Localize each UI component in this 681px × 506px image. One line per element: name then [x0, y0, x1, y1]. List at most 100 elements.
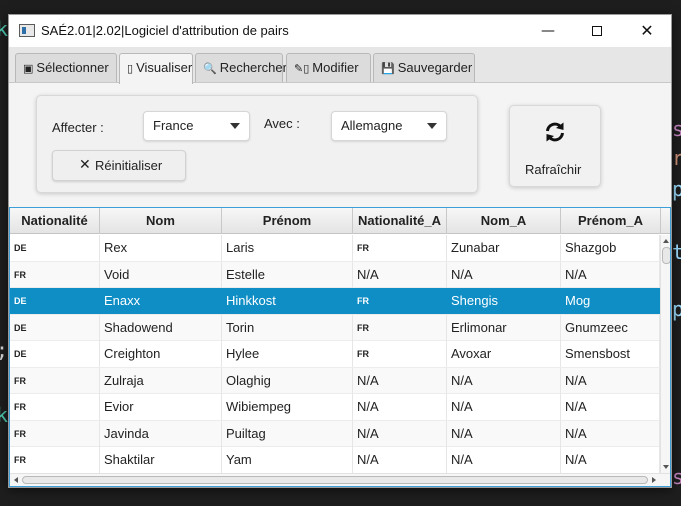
country-b-value: Allemagne — [341, 118, 403, 133]
window-title: SAÉ2.01|2.02|Logiciel d'attribution de p… — [41, 23, 289, 38]
table-row[interactable]: FR Shaktilar Yam N/A N/A N/A — [10, 447, 660, 474]
scrollbar-thumb[interactable] — [662, 247, 670, 264]
table-row[interactable]: FR Evior Wibiempeg N/A N/A N/A — [10, 394, 660, 421]
table-cell: Smensbost — [561, 341, 660, 367]
avec-label: Avec : — [264, 116, 300, 131]
tab-visualiser[interactable]: ▯ Visualiser — [119, 53, 193, 84]
tab-label: Sélectionner — [36, 60, 109, 75]
app-icon — [19, 24, 35, 37]
table-cell: N/A — [353, 261, 447, 288]
tab-sauvegarder[interactable]: 💾 Sauvegarder — [373, 53, 475, 82]
maximize-button[interactable] — [574, 15, 620, 47]
scroll-down-icon[interactable] — [663, 465, 669, 469]
table-cell: DE — [10, 341, 100, 367]
table-cell: N/A — [353, 447, 447, 473]
table-cell: FR — [10, 261, 100, 288]
country-b-select[interactable]: Allemagne — [331, 111, 447, 141]
title-bar[interactable]: SAÉ2.01|2.02|Logiciel d'attribution de p… — [9, 15, 671, 47]
table-header: Nationalité Nom Prénom Nationalité_A Nom… — [10, 208, 670, 234]
missing-glyph-icon: ▯ — [127, 62, 134, 75]
table-row[interactable]: FR Void Estelle N/A N/A N/A — [10, 261, 660, 288]
pairs-table: Nationalité Nom Prénom Nationalité_A Nom… — [9, 207, 671, 487]
code-fragment: r — [672, 146, 681, 170]
table-row[interactable]: DE Shadowend Torin FR Erlimonar Gnumzeec — [10, 314, 660, 341]
scroll-up-icon[interactable] — [663, 239, 669, 243]
scroll-left-icon[interactable] — [14, 477, 18, 483]
scroll-right-icon[interactable] — [652, 477, 656, 483]
table-cell: Olaghig — [222, 367, 353, 394]
column-header[interactable]: Nom — [100, 208, 222, 234]
code-fragment: s — [672, 465, 681, 489]
visualiser-panel: Affecter : France Avec : Allemagne ✕ Réin… — [9, 83, 671, 487]
table-cell: Creighton — [100, 341, 222, 367]
reset-button[interactable]: ✕ Réinitialiser — [52, 150, 186, 181]
tab-rechercher[interactable]: 🔍 Rechercher — [195, 53, 287, 82]
tab-bar: ▣ Sélectionner ▯ Visualiser 🔍 Rechercher ✎▯… — [9, 47, 671, 84]
table-cell: FR — [10, 394, 100, 420]
table-row[interactable]: FR Zulraja Olaghig N/A N/A N/A — [10, 367, 660, 394]
vertical-scrollbar[interactable] — [660, 235, 670, 473]
table-cell: N/A — [447, 420, 561, 447]
table-cell: N/A — [561, 447, 660, 473]
column-header[interactable]: Nationalité — [10, 208, 100, 234]
close-icon: ✕ — [79, 157, 91, 173]
table-cell: Puiltag — [222, 420, 353, 447]
table-cell: DE — [10, 288, 100, 314]
tab-label: Rechercher — [219, 60, 287, 75]
table-cell: N/A — [447, 261, 561, 288]
table-cell: FR — [10, 367, 100, 394]
table-cell: Shengis — [447, 288, 561, 314]
code-fragment: t — [672, 240, 681, 264]
table-cell: N/A — [353, 367, 447, 394]
tab-modifier[interactable]: ✎▯ Modifier — [286, 53, 371, 82]
save-icon: 💾 — [381, 62, 395, 75]
minimize-button[interactable]: — — [525, 15, 571, 47]
table-cell: Gnumzeec — [561, 314, 660, 341]
table-cell: Rex — [100, 235, 222, 261]
country-a-select[interactable]: France — [143, 111, 250, 141]
table-cell: DE — [10, 235, 100, 261]
horizontal-scrollbar[interactable] — [10, 473, 670, 486]
table-cell: Shazgob — [561, 235, 660, 261]
table-cell: N/A — [561, 420, 660, 447]
scrollbar-thumb[interactable] — [22, 476, 648, 484]
code-fragment: _ — [18, 490, 31, 506]
code-fragment: k — [0, 403, 9, 427]
chevron-down-icon — [230, 123, 240, 129]
column-header[interactable]: Nom_A — [447, 208, 561, 234]
table-row[interactable]: DE Creighton Hylee FR Avoxar Smensbost — [10, 341, 660, 368]
table-row[interactable]: FR Javinda Puiltag N/A N/A N/A — [10, 420, 660, 447]
table-cell: Zulraja — [100, 367, 222, 394]
table-cell: Hinkkost — [222, 288, 353, 314]
affecter-label: Affecter : — [52, 120, 104, 135]
table-cell: Enaxx — [100, 288, 222, 314]
grid-icon: ▣ — [23, 62, 34, 75]
column-header[interactable]: Prénom — [222, 208, 353, 234]
table-cell: N/A — [353, 394, 447, 420]
column-header[interactable]: Nationalité_A — [353, 208, 447, 234]
table-cell: N/A — [561, 394, 660, 420]
country-a-value: France — [153, 118, 194, 133]
tab-selectionner[interactable]: ▣ Sélectionner — [15, 53, 117, 82]
tab-label: Sauvegarder — [397, 60, 473, 75]
table-cell: N/A — [561, 367, 660, 394]
table-row[interactable]: DE Enaxx Hinkkost FR Shengis Mog — [10, 288, 660, 315]
table-cell: FR — [353, 341, 447, 367]
table-cell: Erlimonar — [447, 314, 561, 341]
table-cell: Wibiempeg — [222, 394, 353, 420]
table-cell: Hylee — [222, 341, 353, 367]
close-button[interactable]: ✕ — [624, 15, 670, 47]
table-cell: FR — [353, 235, 447, 261]
table-cell: N/A — [447, 367, 561, 394]
code-fragment: p — [672, 177, 681, 201]
table-cell: Estelle — [222, 261, 353, 288]
table-cell: Zunabar — [447, 235, 561, 261]
table-cell: N/A — [353, 420, 447, 447]
table-cell: FR — [353, 314, 447, 341]
column-header[interactable]: Prénom_A — [561, 208, 661, 234]
reset-label: Réinitialiser — [95, 158, 163, 173]
table-cell: Laris — [222, 235, 353, 261]
table-cell: Mog — [561, 288, 660, 314]
table-row[interactable]: DE Rex Laris FR Zunabar Shazgob — [10, 235, 660, 262]
chevron-down-icon — [427, 123, 437, 129]
